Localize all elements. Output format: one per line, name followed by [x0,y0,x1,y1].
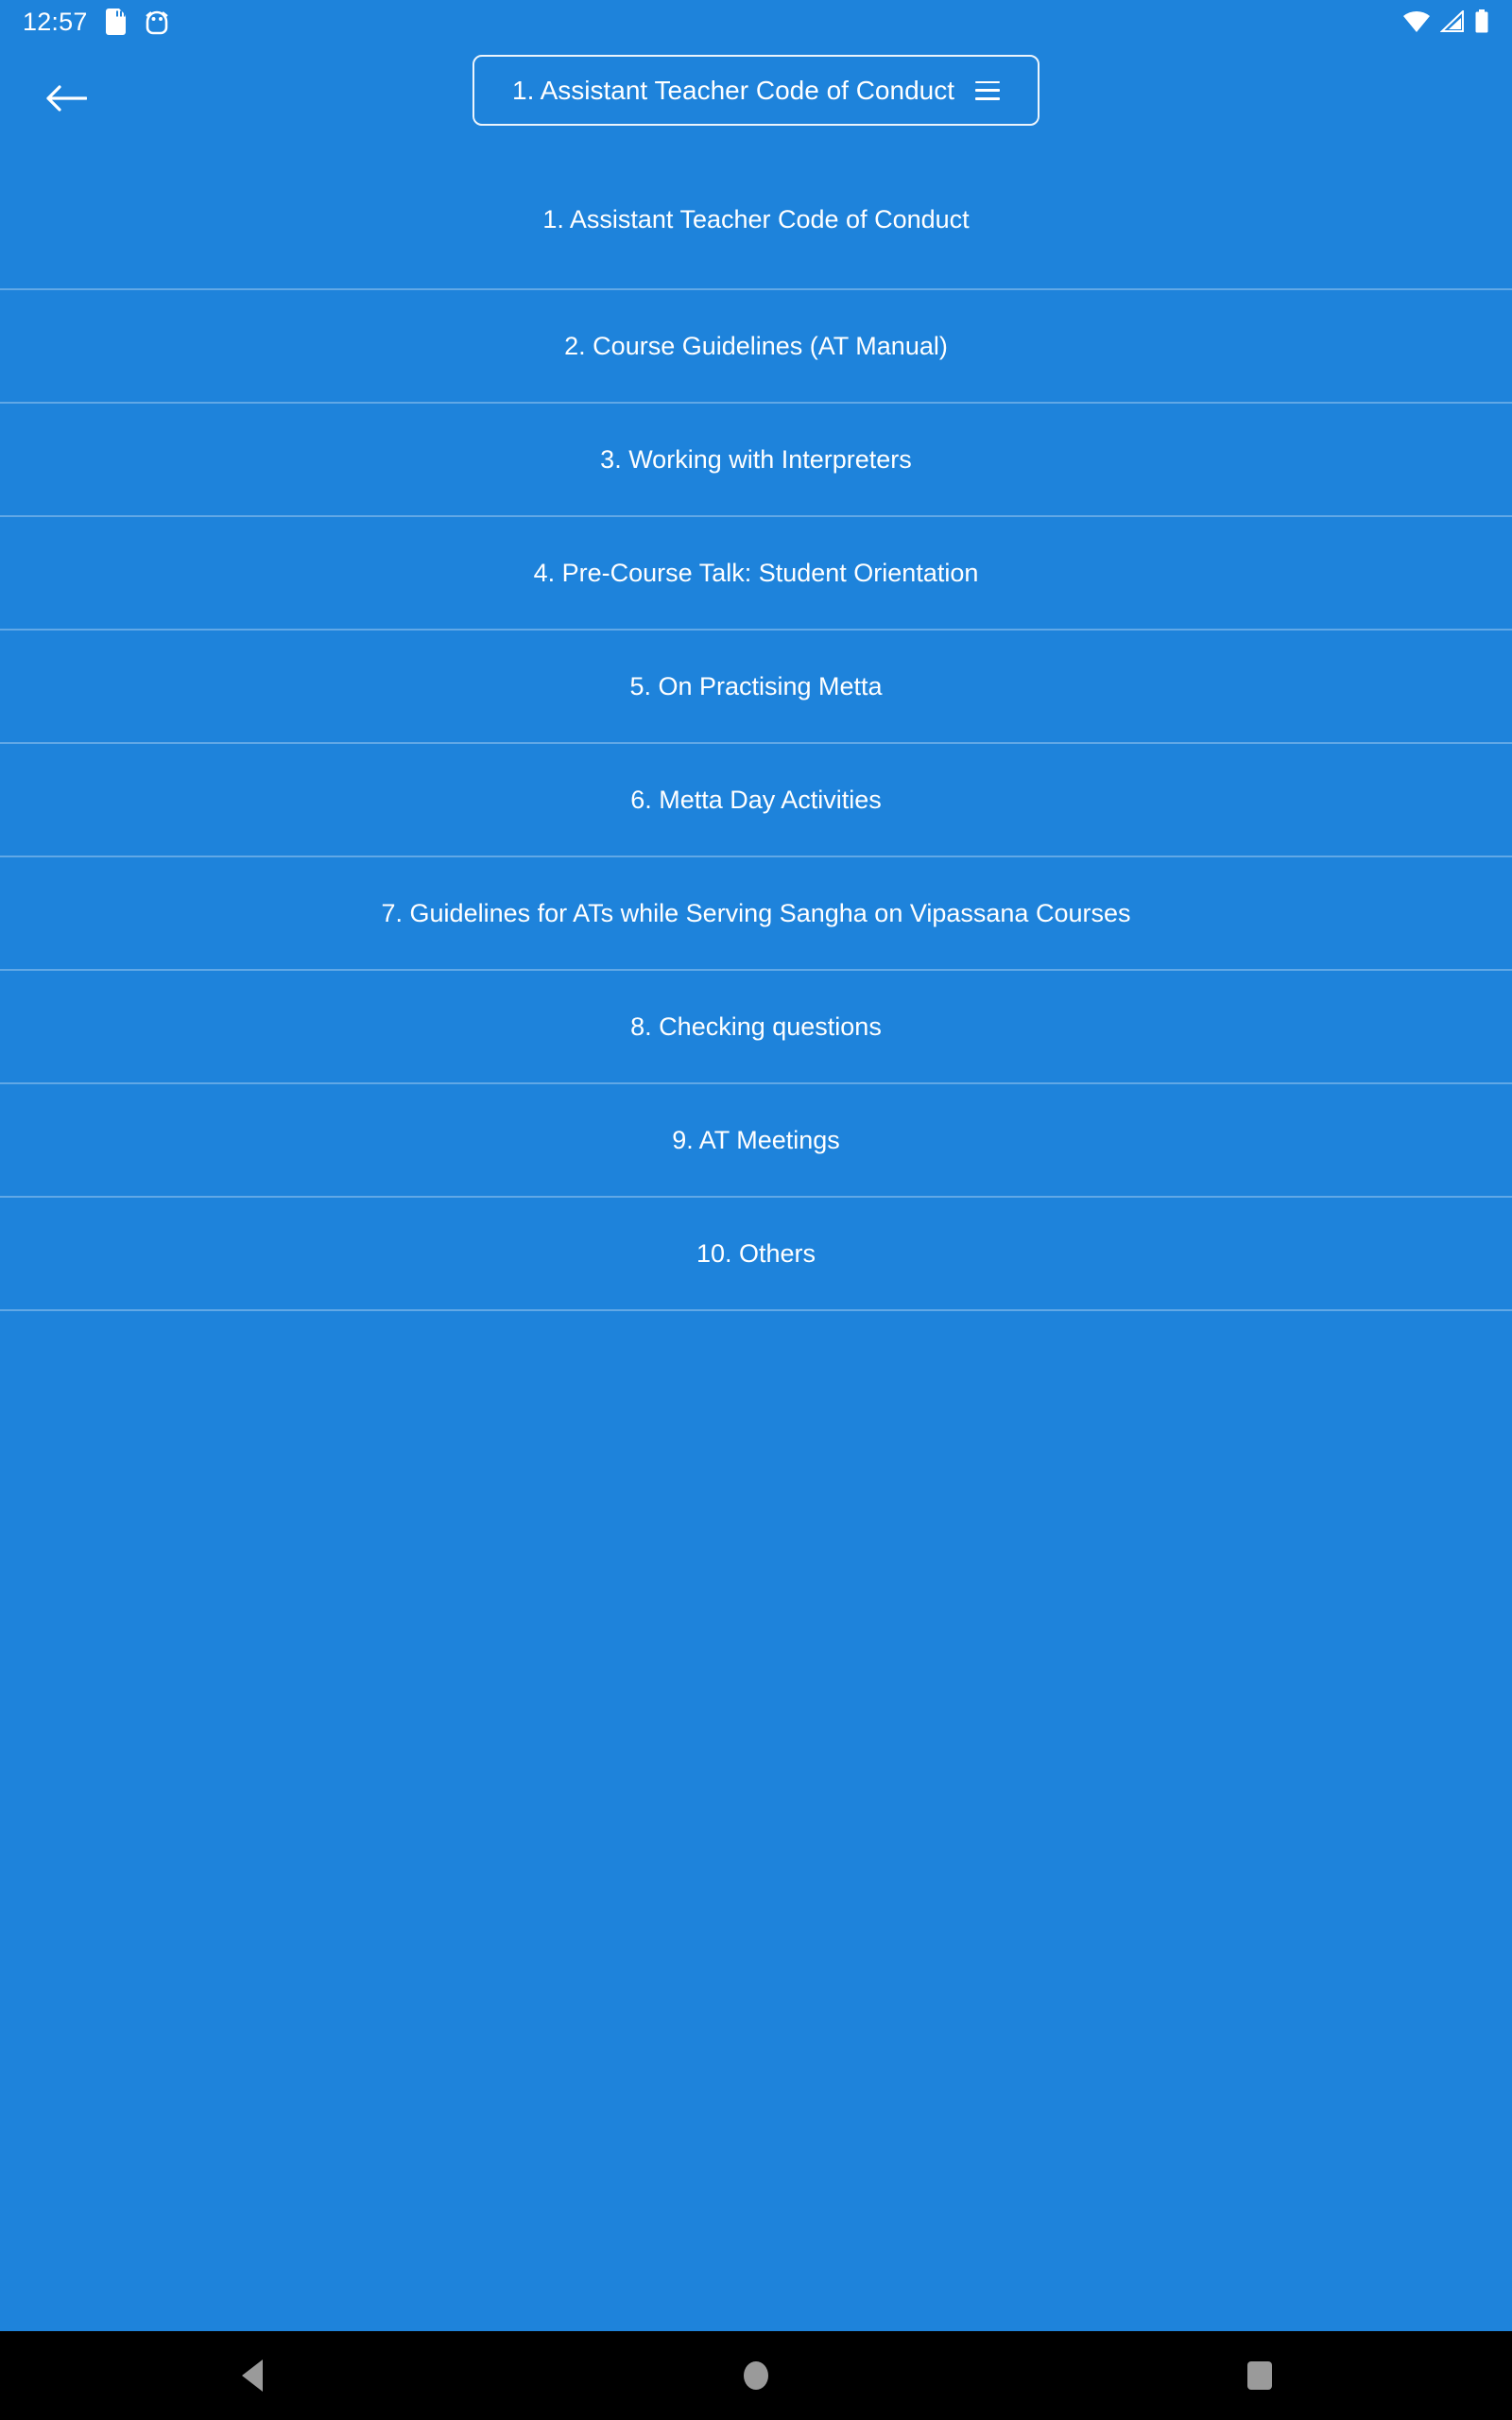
status-bar-clock: 12:57 [23,7,88,36]
chapter-spinner-button[interactable]: 1. Assistant Teacher Code of Conduct [472,55,1040,126]
status-bar-left: 12:57 [23,9,169,35]
nav-back-icon [241,2360,263,2392]
nav-home-button[interactable] [690,2331,822,2420]
nav-back-button[interactable] [186,2331,318,2420]
chapter-spinner-label: 1. Assistant Teacher Code of Conduct [512,75,954,105]
status-bar-right [1402,9,1489,34]
list-item-label: 4. Pre-Course Talk: Student Orientation [533,558,979,587]
list-item[interactable]: 7. Guidelines for ATs while Serving Sang… [0,857,1512,971]
sd-card-icon [105,9,126,35]
chapter-list: 1. Assistant Teacher Code of Conduct 2. C… [0,151,1512,1311]
list-item[interactable]: 5. On Practising Metta [0,631,1512,744]
list-item-label: 10. Others [696,1238,816,1268]
list-item-label: 1. Assistant Teacher Code of Conduct [542,205,970,234]
list-item-label: 2. Course Guidelines (AT Manual) [564,331,948,360]
back-button[interactable] [38,74,94,123]
list-item[interactable]: 6. Metta Day Activities [0,744,1512,857]
android-navigation-bar [0,2331,1512,2420]
wifi-icon [1403,10,1430,33]
list-item-label: 3. Working with Interpreters [600,444,912,474]
list-item[interactable]: 1. Assistant Teacher Code of Conduct [0,151,1512,290]
nav-recents-icon [1247,2361,1273,2390]
list-item-label: 7. Guidelines for ATs while Serving Sang… [381,898,1131,927]
list-item[interactable]: 10. Others [0,1198,1512,1311]
app-screen: 12:57 1. Assistant Teacher Code of Condu… [0,0,1512,2420]
cellular-signal-icon [1440,10,1464,32]
status-bar: 12:57 [0,0,1512,43]
list-item[interactable]: 9. AT Meetings [0,1084,1512,1198]
hamburger-menu-icon [975,80,1000,100]
android-head-icon [145,10,168,35]
nav-recents-button[interactable] [1194,2331,1326,2420]
list-item-label: 9. AT Meetings [672,1125,840,1154]
battery-icon [1475,9,1488,33]
app-bar: 1. Assistant Teacher Code of Conduct [0,43,1512,151]
list-item-label: 6. Metta Day Activities [630,785,882,814]
back-arrow-icon [46,85,87,112]
list-item-label: 8. Checking questions [630,1011,882,1041]
list-item[interactable]: 8. Checking questions [0,971,1512,1084]
list-item[interactable]: 4. Pre-Course Talk: Student Orientation [0,517,1512,631]
list-item[interactable]: 3. Working with Interpreters [0,404,1512,517]
nav-home-icon [743,2361,768,2390]
list-item[interactable]: 2. Course Guidelines (AT Manual) [0,290,1512,404]
list-item-label: 5. On Practising Metta [629,671,883,700]
